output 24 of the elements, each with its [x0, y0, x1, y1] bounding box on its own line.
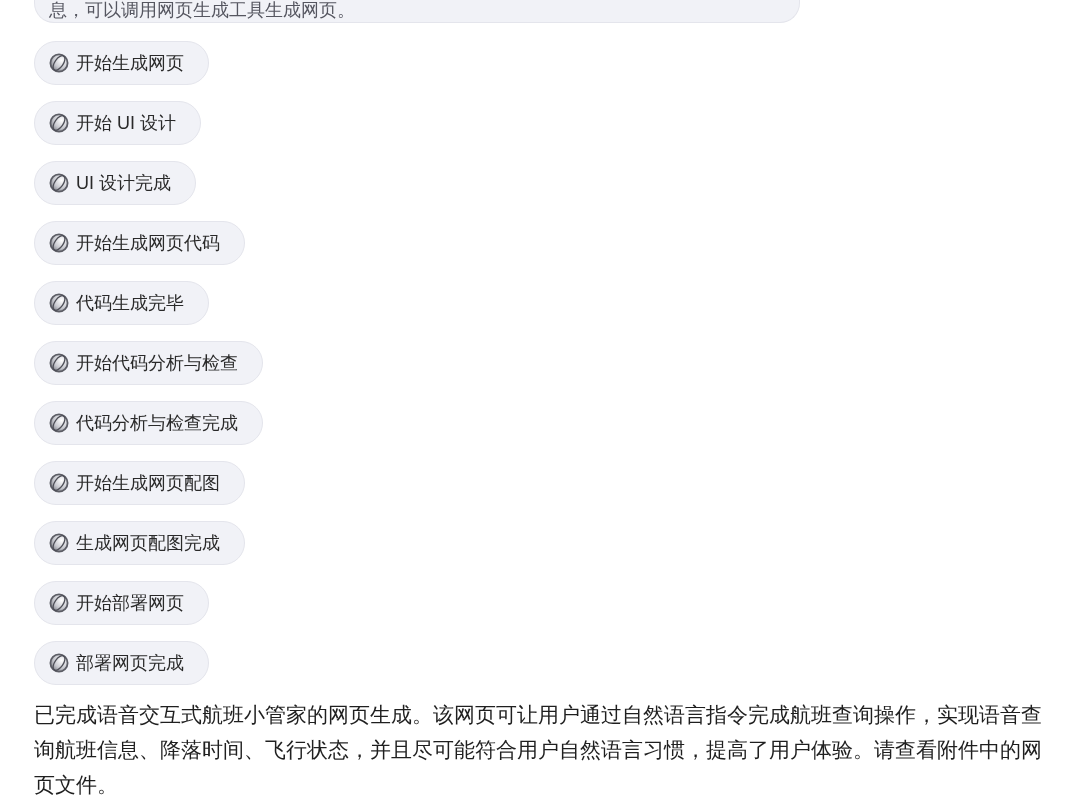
- step-chip[interactable]: 部署网页完成: [34, 641, 209, 685]
- step-chip[interactable]: 代码分析与检查完成: [34, 401, 263, 445]
- step-chip[interactable]: 开始生成网页: [34, 41, 209, 85]
- step-chip[interactable]: 代码生成完毕: [34, 281, 209, 325]
- message-text: 息，可以调用网页生成工具生成网页。: [34, 0, 800, 23]
- orb-icon: [49, 473, 69, 493]
- orb-icon: [49, 53, 69, 73]
- step-chip[interactable]: 开始部署网页: [34, 581, 209, 625]
- orb-icon: [49, 173, 69, 193]
- orb-icon: [49, 653, 69, 673]
- orb-icon: [49, 113, 69, 133]
- orb-icon: [49, 593, 69, 613]
- step-chip[interactable]: 开始代码分析与检查: [34, 341, 263, 385]
- orb-icon: [49, 353, 69, 373]
- summary-text: 已完成语音交互式航班小管家的网页生成。该网页可让用户通过自然语言指令完成航班查询操作，实现语音查询航班信息、降落时间、飞行状态，并且尽可能符合用户自然语言习惯，提高了用户体验。请查看附件中的网页文件。: [34, 702, 1043, 798]
- step-chip[interactable]: 开始生成网页配图: [34, 461, 245, 505]
- step-chip[interactable]: 开始 UI 设计: [34, 101, 201, 145]
- step-chip[interactable]: 开始生成网页代码: [34, 221, 245, 265]
- orb-icon: [49, 533, 69, 553]
- step-chip[interactable]: UI 设计完成: [34, 161, 196, 205]
- step-chip[interactable]: 生成网页配图完成: [34, 521, 245, 565]
- orb-icon: [49, 293, 69, 313]
- orb-icon: [49, 413, 69, 433]
- orb-icon: [49, 233, 69, 253]
